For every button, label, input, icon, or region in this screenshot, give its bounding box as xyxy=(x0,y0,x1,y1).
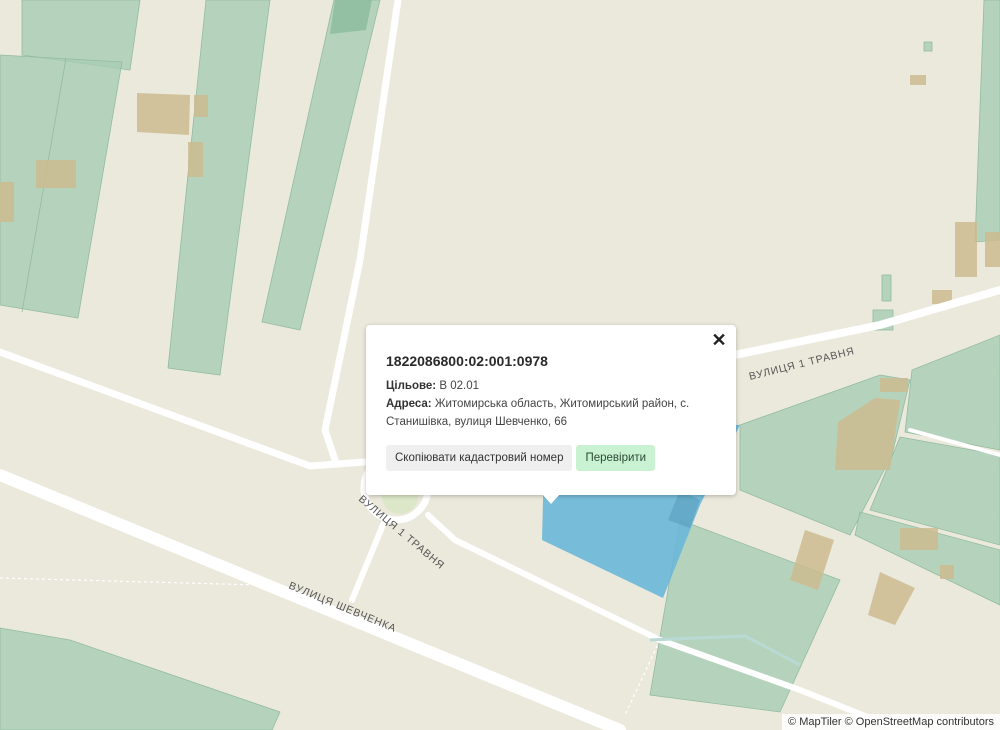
purpose-row: Цільове: В 02.01 xyxy=(386,377,716,395)
address-row: Адреса: Житомирська область, Житомирськи… xyxy=(386,395,716,431)
purpose-value: В 02.01 xyxy=(439,380,479,392)
purpose-label: Цільове: xyxy=(386,380,437,392)
check-button[interactable]: Перевірити xyxy=(576,445,656,471)
map-attribution[interactable]: © MapTiler © OpenStreetMap contributors xyxy=(782,714,1000,730)
parcel-cadastral-number: 1822086800:02:001:0978 xyxy=(386,353,548,369)
copy-cadastral-number-button[interactable]: Скопіювати кадастровий номер xyxy=(386,445,573,471)
popup-actions: Скопіювати кадастровий номер Перевірити xyxy=(386,445,716,471)
popup-tip xyxy=(542,494,560,504)
close-icon[interactable]: ✕ xyxy=(708,329,730,351)
parcel-popup: ✕ 1822086800:02:001:0978 Цільове: В 02.0… xyxy=(366,325,736,495)
address-value: Житомирська область, Житомирський район,… xyxy=(386,398,690,428)
address-label: Адреса: xyxy=(386,398,432,410)
